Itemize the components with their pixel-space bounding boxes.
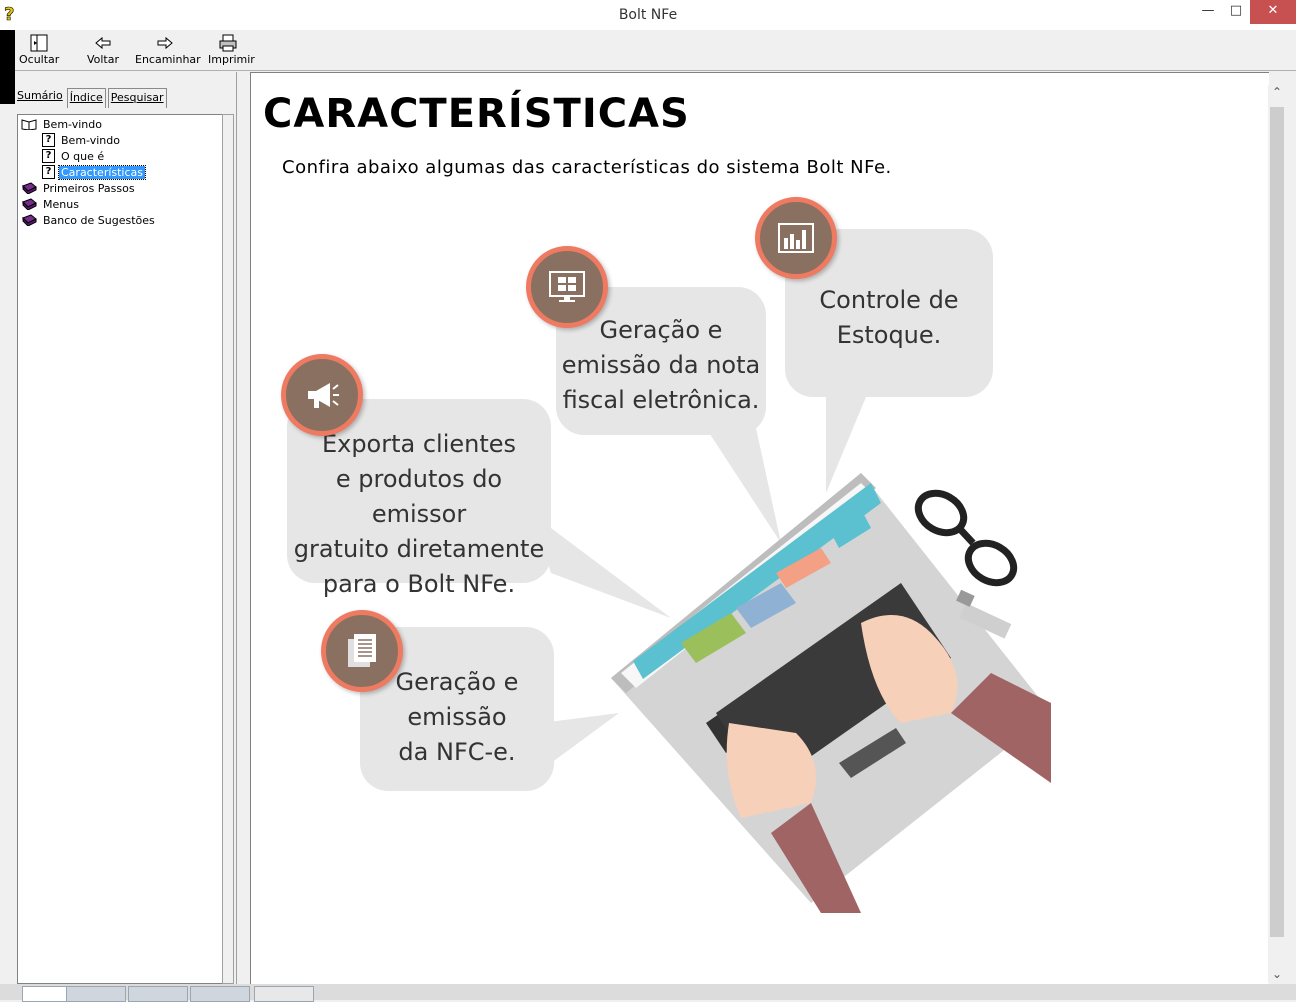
tree-item-o-que-e[interactable]: ? O que é — [42, 148, 106, 164]
tree-item-menus[interactable]: Menus — [21, 196, 81, 212]
tree-item-bem-vindo-book[interactable]: Bem-vindo — [21, 116, 104, 132]
megaphone-badge — [281, 354, 363, 436]
tree-item-label: Bem-vindo — [61, 133, 120, 147]
chart-badge — [755, 197, 837, 279]
tree-item-bem-vindo[interactable]: ? Bem-vindo — [42, 132, 122, 148]
back-button[interactable]: Voltar — [83, 33, 123, 69]
scroll-thumb[interactable] — [1270, 107, 1284, 937]
forward-button[interactable]: Encaminhar — [135, 33, 201, 69]
toolbar: Ocultar Voltar Encaminhar Imprimir — [15, 30, 1296, 71]
bar-chart-icon — [778, 223, 814, 253]
scroll-down-icon[interactable]: ⌄ — [1268, 967, 1286, 981]
print-button[interactable]: Imprimir — [208, 33, 255, 69]
tab-contents[interactable]: Sumário — [15, 88, 65, 108]
monitor-badge — [526, 246, 608, 328]
tree-item-label: Banco de Sugestões — [43, 213, 155, 227]
feature-nfe-line: emissão da nota — [561, 351, 761, 379]
maximize-button[interactable]: □ — [1222, 0, 1250, 24]
minimize-button[interactable]: — — [1194, 0, 1222, 24]
megaphone-icon — [308, 383, 339, 408]
content-scrollbar[interactable]: ⌃ ⌄ — [1268, 85, 1286, 983]
tree-scrollbar[interactable] — [222, 114, 234, 984]
help-content-pane: CARACTERÍSTICAS Confira abaixo algumas d… — [250, 72, 1269, 985]
close-button[interactable]: ✕ — [1250, 0, 1296, 24]
window-title: Bolt NFe — [618, 7, 678, 23]
tree-item-banco-de-sugestoes[interactable]: Banco de Sugestões — [21, 212, 157, 228]
contents-tree: Bem-vindo ? Bem-vindo ? O que é ? Caract… — [17, 114, 223, 984]
feature-stock-line: Estoque. — [836, 321, 942, 349]
tab-index[interactable]: Índice — [66, 88, 106, 108]
monitor-icon — [549, 271, 585, 302]
book-icon — [22, 198, 37, 210]
feature-export-line: gratuito diretamente — [293, 535, 545, 563]
printer-icon — [219, 34, 237, 52]
feature-stock-line: Controle de — [819, 286, 959, 314]
hide-button[interactable]: Ocultar — [19, 33, 59, 69]
title-bar: ? Bolt NFe — □ ✕ — [0, 0, 1296, 30]
help-page-icon: ? — [42, 165, 55, 179]
documents-icon — [348, 634, 376, 667]
tab-search[interactable]: Pesquisar — [107, 88, 167, 108]
tree-item-caracteristicas[interactable]: ? Características — [42, 164, 147, 180]
hide-pane-icon — [30, 34, 48, 52]
tree-item-label: Primeiros Passos — [43, 181, 135, 195]
feature-nfce-line: emissão — [407, 703, 507, 731]
feature-export-line: e produtos do emissor — [335, 465, 503, 528]
nav-tabs: Sumário Índice Pesquisar — [15, 88, 169, 108]
help-page-icon: ? — [42, 133, 55, 147]
document-badge — [321, 610, 403, 692]
scroll-up-icon[interactable]: ⌃ — [1268, 85, 1286, 99]
feature-nfe-line: fiscal eletrônica. — [562, 386, 760, 414]
tree-item-label: O que é — [61, 149, 105, 163]
tree-item-primeiros-passos[interactable]: Primeiros Passos — [21, 180, 137, 196]
open-book-icon — [21, 119, 37, 130]
feature-export-line: para o Bolt NFe. — [322, 570, 516, 598]
feature-nfce-line: da NFC-e. — [398, 738, 516, 766]
tree-item-label-selected: Características — [57, 164, 147, 180]
help-page-icon: ? — [42, 149, 55, 163]
taskbar — [0, 984, 1296, 1002]
book-icon — [22, 182, 37, 194]
book-icon — [22, 214, 37, 226]
tree-item-label: Bem-vindo — [43, 117, 102, 131]
arrow-right-icon — [157, 36, 173, 50]
left-edge-artifact — [0, 30, 15, 104]
pane-splitter[interactable] — [236, 72, 249, 984]
tree-item-label: Menus — [43, 197, 79, 211]
arrow-left-icon — [95, 36, 111, 50]
